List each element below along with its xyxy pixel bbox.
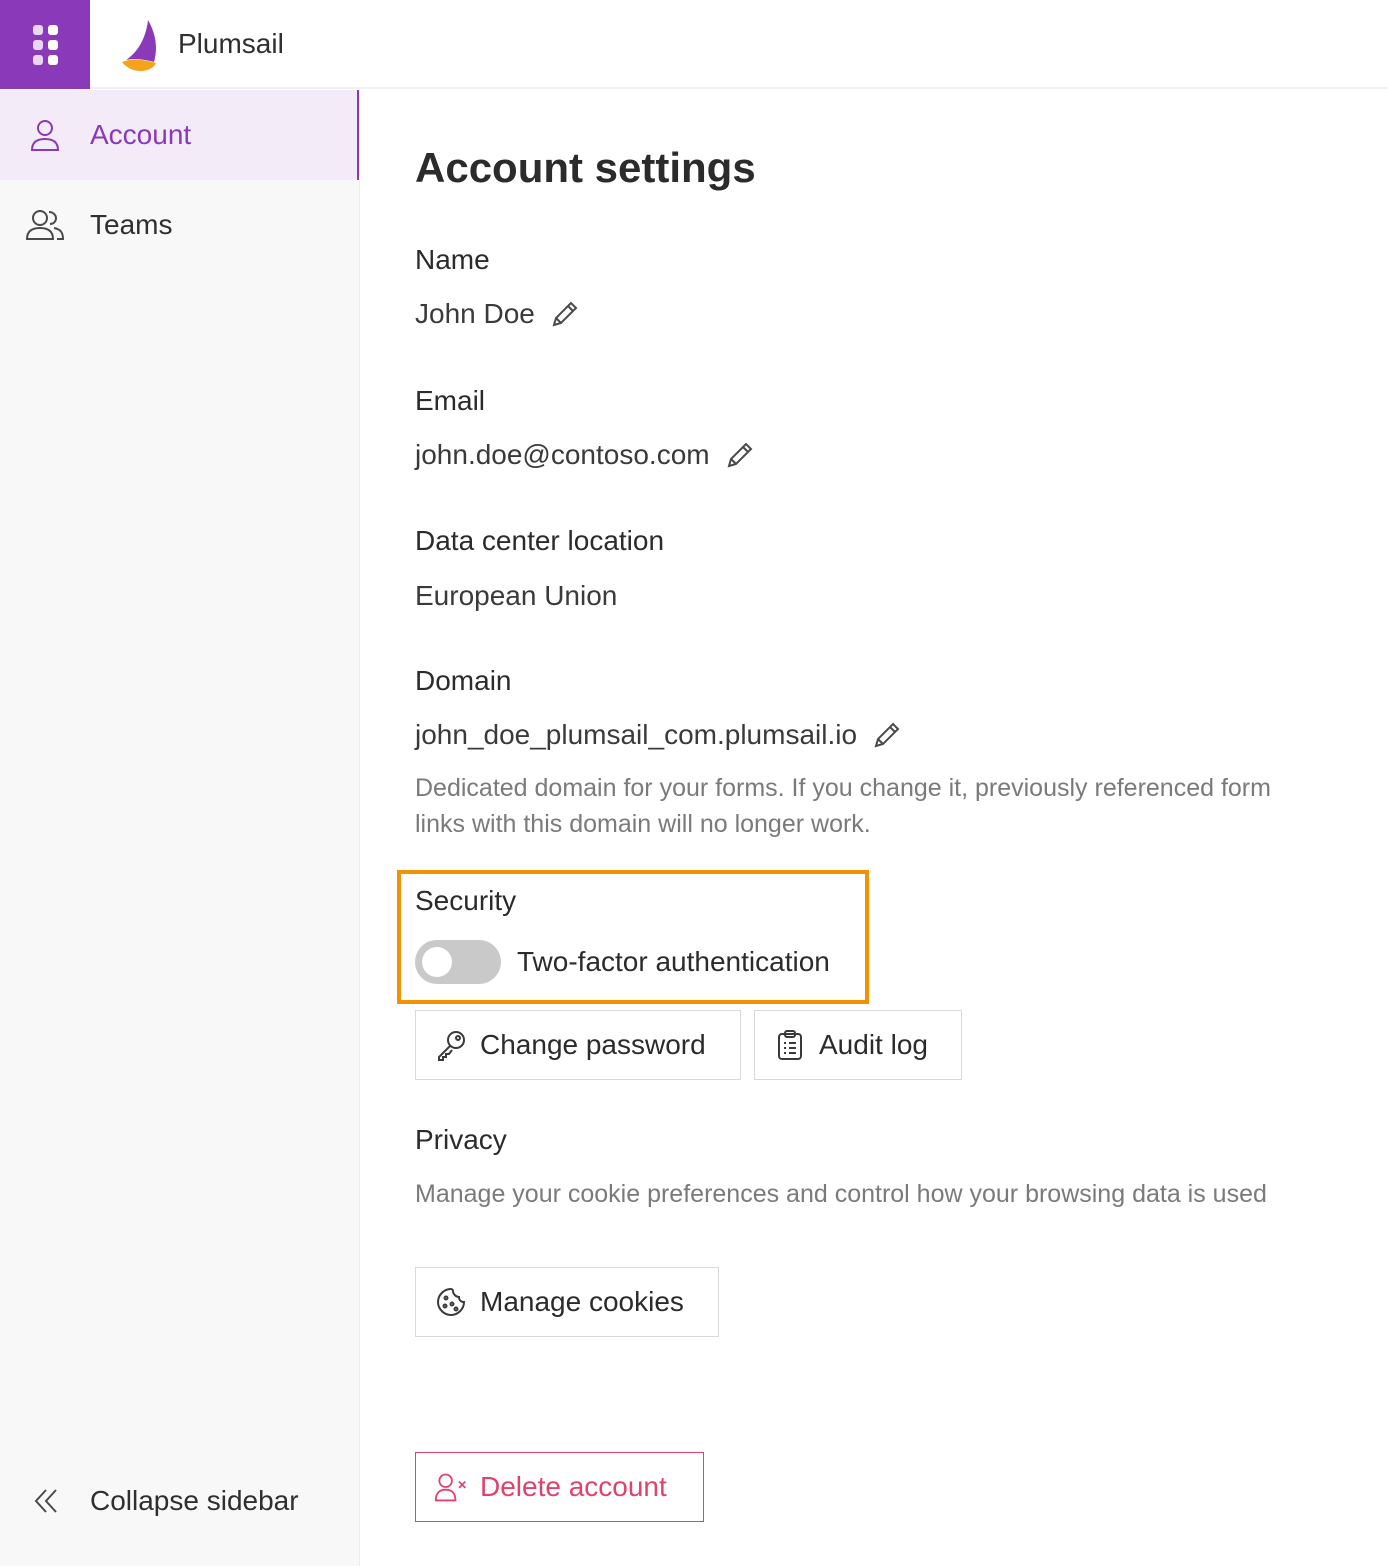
user-remove-icon: [434, 1470, 468, 1504]
audit-log-label: Audit log: [819, 1029, 928, 1060]
grid-icon: [32, 24, 58, 65]
datacenter-value: European Union: [415, 580, 618, 611]
domain-label: Domain: [415, 665, 512, 696]
toggle-knob: [422, 947, 452, 977]
edit-domain-button[interactable]: [871, 719, 903, 751]
domain-value: john_doe_plumsail_com.plumsail.io: [415, 719, 858, 750]
privacy-label: Privacy: [415, 1124, 507, 1155]
pencil-icon: [727, 442, 753, 468]
name-value: John Doe: [415, 298, 535, 329]
edit-name-button[interactable]: [549, 298, 581, 330]
sidebar-item-label: Teams: [90, 209, 173, 240]
cookie-icon: [434, 1285, 468, 1319]
clipboard-list-icon: [773, 1028, 807, 1062]
domain-help-text: Dedicated domain for your forms. If you …: [415, 774, 1271, 838]
sidebar-item-label: Account: [90, 119, 192, 150]
top-bar: Plumsail: [0, 0, 1388, 89]
double-chevron-left-icon: [24, 1480, 66, 1522]
datacenter-row: European Union: [415, 580, 617, 612]
delete-account-label: Delete account: [480, 1471, 667, 1502]
collapse-sidebar-button[interactable]: Collapse sidebar: [0, 1456, 358, 1546]
collapse-sidebar-label: Collapse sidebar: [90, 1485, 299, 1516]
plumsail-logo-icon: [122, 20, 156, 71]
sidebar: Account Teams Collapse sidebar: [0, 90, 360, 1566]
email-value: john.doe@contoso.com: [415, 439, 710, 470]
two-factor-toggle[interactable]: [415, 940, 501, 984]
pencil-icon: [874, 722, 900, 748]
pencil-icon: [552, 301, 578, 327]
name-label: Name: [415, 244, 490, 275]
sidebar-item-account[interactable]: Account: [0, 90, 359, 180]
sidebar-item-teams[interactable]: Teams: [0, 180, 359, 270]
domain-row: john_doe_plumsail_com.plumsail.io: [415, 719, 903, 751]
email-row: john.doe@contoso.com: [415, 439, 756, 471]
user-icon: [24, 114, 66, 156]
page-title: Account settings: [415, 144, 756, 191]
change-password-button[interactable]: Change password: [415, 1010, 741, 1080]
change-password-label: Change password: [480, 1029, 706, 1060]
key-icon: [434, 1028, 468, 1062]
datacenter-label: Data center location: [415, 525, 665, 556]
privacy-help-text: Manage your cookie preferences and contr…: [415, 1180, 1267, 1208]
app-name: Plumsail: [178, 28, 284, 59]
edit-email-button[interactable]: [724, 439, 756, 471]
audit-log-button[interactable]: Audit log: [754, 1010, 962, 1080]
delete-account-button[interactable]: Delete account: [415, 1452, 704, 1522]
manage-cookies-button[interactable]: Manage cookies: [415, 1267, 719, 1337]
name-row: John Doe: [415, 298, 581, 330]
security-label: Security: [415, 885, 517, 916]
users-icon: [24, 204, 66, 246]
brand[interactable]: Plumsail: [118, 16, 284, 72]
email-label: Email: [415, 385, 486, 416]
app-launcher-button[interactable]: [0, 0, 90, 89]
two-factor-label: Two-factor authentication: [517, 946, 830, 977]
manage-cookies-label: Manage cookies: [480, 1286, 684, 1317]
two-factor-row: Two-factor authentication: [415, 940, 830, 984]
